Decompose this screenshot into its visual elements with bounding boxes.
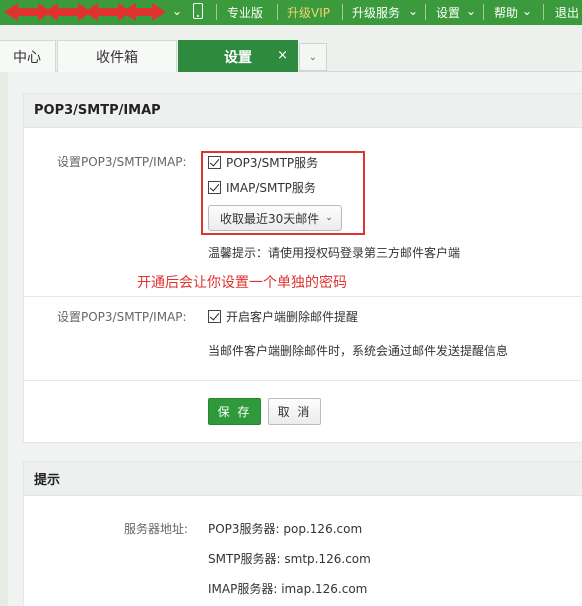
red-arrow-redaction-icon xyxy=(4,3,166,21)
pop3-settings-panel: POP3/SMTP/IMAP xyxy=(23,93,582,443)
upgrade-service-chevron-icon[interactable]: ⌄ xyxy=(408,4,418,18)
save-button[interactable]: 保 存 xyxy=(208,398,261,425)
auth-code-hint: 温馨提示：请使用授权码登录第三方邮件客户端 xyxy=(208,246,461,260)
checkbox-icon[interactable] xyxy=(208,156,221,169)
tab-label: 设置 xyxy=(224,49,252,66)
left-gutter xyxy=(0,72,8,606)
tab-label: 中心 xyxy=(13,49,41,66)
upgrade-vip-link[interactable]: 升级VIP xyxy=(287,4,330,21)
separator xyxy=(425,4,426,20)
pop3-server-value: POP3服务器: pop.126.com xyxy=(208,522,363,536)
checkbox-label: IMAP/SMTP服务 xyxy=(226,181,316,195)
settings-menu[interactable]: 设置 xyxy=(436,4,460,21)
separator xyxy=(277,4,278,20)
delete-alert-checkbox[interactable]: 开启客户端删除邮件提醒 xyxy=(208,308,358,325)
tab-label: 收件箱 xyxy=(96,49,138,66)
separator xyxy=(342,4,343,20)
delete-alert-description: 当邮件客户端删除邮件时，系统会通过邮件发送提醒信息 xyxy=(208,344,509,358)
divider xyxy=(24,296,581,297)
settings-chevron-icon[interactable]: ⌄ xyxy=(466,4,476,18)
imap-server-value: IMAP服务器: imap.126.com xyxy=(208,582,368,596)
separator xyxy=(543,4,544,20)
imap-smtp-checkbox[interactable]: IMAP/SMTP服务 xyxy=(208,179,316,196)
account-dropdown-chevron-icon[interactable]: ⌄ xyxy=(172,4,182,18)
checkbox-label: POP3/SMTP服务 xyxy=(226,156,319,170)
pro-edition-link[interactable]: 专业版 xyxy=(227,4,263,21)
divider xyxy=(24,380,581,381)
checkbox-label: 开启客户端删除邮件提醒 xyxy=(226,310,359,324)
pop3-smtp-checkbox[interactable]: POP3/SMTP服务 xyxy=(208,154,318,171)
separator xyxy=(483,4,484,20)
checkbox-icon[interactable] xyxy=(208,310,221,323)
tab-home[interactable]: 中心 xyxy=(0,40,56,72)
tab-bar: 中心 收件箱 设置 × xyxy=(0,25,582,72)
cancel-button[interactable]: 取 消 xyxy=(268,398,321,425)
select-value: 收取最近30天邮件 xyxy=(220,211,320,226)
chevron-down-icon: ⌄ xyxy=(325,213,333,223)
annotation-text: 开通后会让你设置一个单独的密码 xyxy=(137,275,347,291)
logout-link[interactable]: 退出 xyxy=(555,4,579,21)
separator xyxy=(216,4,217,20)
top-navigation-bar: ⌄ 专业版 升级VIP 升级服务 ⌄ 设置 ⌄ 帮助 ⌄ 退出 xyxy=(0,0,582,25)
panel-title: POP3/SMTP/IMAP xyxy=(24,94,582,128)
setting-label: 设置POP3/SMTP/IMAP: xyxy=(57,310,187,324)
close-icon[interactable]: × xyxy=(277,48,288,63)
server-address-label: 服务器地址: xyxy=(124,522,189,536)
phone-icon[interactable] xyxy=(193,3,203,19)
tab-inbox[interactable]: 收件箱 xyxy=(57,40,177,72)
help-menu[interactable]: 帮助 xyxy=(494,4,518,21)
checkbox-icon[interactable] xyxy=(208,181,221,194)
help-chevron-icon[interactable]: ⌄ xyxy=(522,4,532,18)
fetch-range-select[interactable]: 收取最近30天邮件 ⌄ xyxy=(208,205,342,231)
setting-label: 设置POP3/SMTP/IMAP: xyxy=(57,155,187,169)
tab-settings[interactable]: 设置 × xyxy=(178,40,298,72)
tab-more-chevron-icon[interactable]: ⌄ xyxy=(299,43,327,71)
upgrade-service-menu[interactable]: 升级服务 xyxy=(352,4,400,21)
smtp-server-value: SMTP服务器: smtp.126.com xyxy=(208,552,371,566)
panel-title: 提示 xyxy=(24,462,582,496)
